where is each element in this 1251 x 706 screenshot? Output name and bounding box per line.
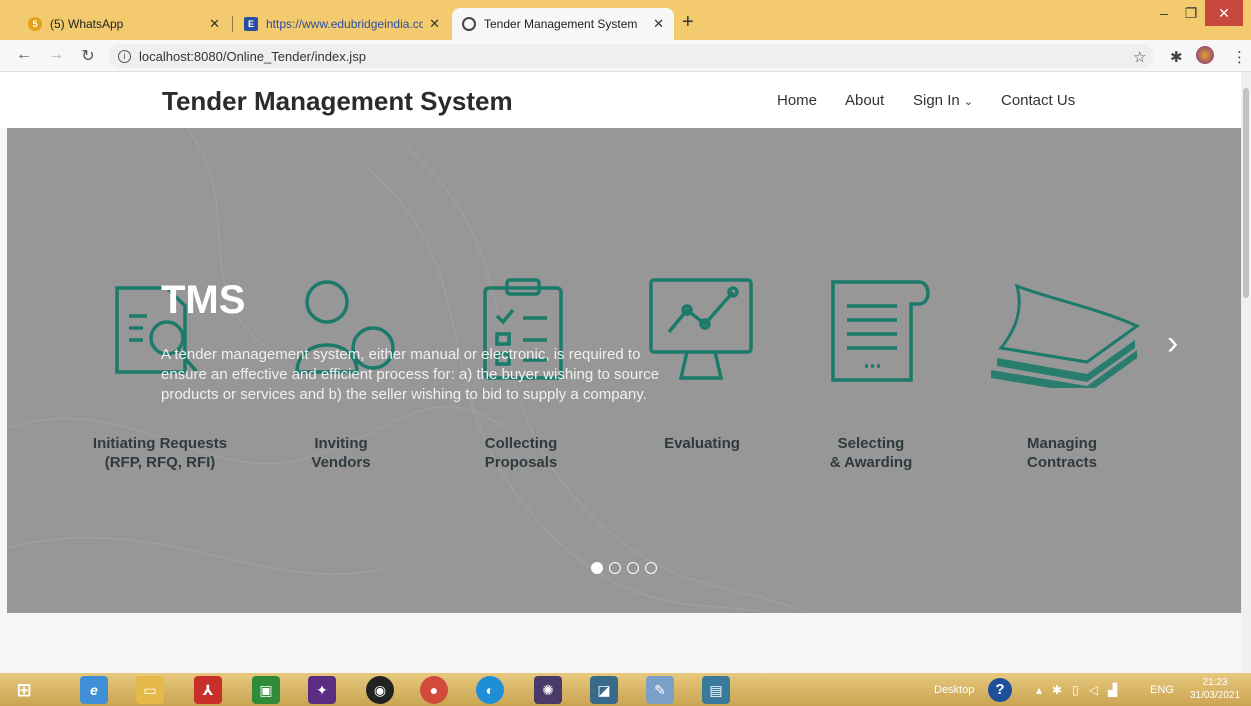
input-language[interactable]: ENG <box>1150 673 1174 706</box>
step-line: Evaluating <box>664 435 740 452</box>
nav-about[interactable]: About <box>845 92 884 109</box>
step-label-managing-contracts: Managing Contracts <box>987 434 1137 472</box>
mysql-workbench-icon[interactable]: ◪ <box>590 676 618 704</box>
reload-icon[interactable]: ↻ <box>78 46 98 66</box>
hero-carousel: Initiating Requests (RFP, RFQ, RFI) Invi… <box>7 128 1241 613</box>
carousel-dot[interactable] <box>609 562 621 574</box>
tab-tender-management[interactable]: Tender Management System ✕ <box>452 8 674 40</box>
scroll-document-icon <box>831 280 930 382</box>
new-tab-button[interactable]: + <box>682 12 694 32</box>
step-label-collecting-proposals: Collecting Proposals <box>446 434 596 472</box>
site-header: Tender Management System Home About Sign… <box>0 72 1241 128</box>
step-label-evaluating: Evaluating <box>627 434 777 453</box>
step-line: Inviting <box>314 435 368 452</box>
hero-title: TMS <box>161 278 246 322</box>
tray-icons[interactable]: ▴ ✱ ▯ ◁ ▟ <box>1036 673 1117 706</box>
system-clock[interactable]: 21:23 31/03/2021 <box>1182 676 1248 702</box>
address-bar[interactable]: i localhost:8080/Online_Tender/index.jsp <box>108 44 1154 68</box>
globe-icon <box>462 17 476 31</box>
bookmark-star-icon[interactable]: ☆ <box>1133 48 1146 66</box>
tab-title: Tender Management System <box>484 17 638 31</box>
language-label: ENG <box>1150 683 1174 696</box>
close-tab-icon[interactable]: ✕ <box>209 16 220 32</box>
back-icon[interactable]: ← <box>14 46 34 64</box>
nav-sign-in[interactable]: Sign In ⌄ <box>913 92 973 109</box>
restore-button[interactable]: ❐ <box>1178 0 1204 26</box>
step-line: Collecting <box>484 435 558 452</box>
desktop-label: Desktop <box>934 683 975 696</box>
close-tab-icon[interactable]: ✕ <box>653 16 664 32</box>
stacked-papers-icon <box>991 283 1140 388</box>
edubridge-icon: E <box>244 17 258 31</box>
extensions-icon[interactable]: ✱ <box>1170 48 1183 66</box>
browser-tab-strip: 5 (5) WhatsApp ✕ E https://www.edubridge… <box>0 0 1251 40</box>
menu-icon[interactable]: ⋮ <box>1232 48 1247 66</box>
page-scrollbar[interactable] <box>1241 72 1251 673</box>
step-line: Initiating Requests <box>92 435 228 452</box>
signal-icon[interactable]: ▟ <box>1108 683 1117 697</box>
help-icon[interactable]: ? <box>988 673 1012 706</box>
acrobat-icon[interactable]: ⅄ <box>194 676 222 704</box>
carousel-dot[interactable] <box>645 562 657 574</box>
page-content-area <box>0 613 1241 673</box>
carousel-dot[interactable] <box>627 562 639 574</box>
step-line: Selecting <box>837 435 905 452</box>
hero-description: A tender management system, either manua… <box>161 346 660 403</box>
step-line: Contracts <box>1026 454 1097 471</box>
chevron-up-icon[interactable]: ▴ <box>1036 683 1042 697</box>
info-icon[interactable]: i <box>118 49 131 63</box>
tab-title: (5) WhatsApp <box>50 17 124 31</box>
carousel-indicators <box>591 562 657 574</box>
step-line: Proposals <box>484 454 558 471</box>
battery-icon[interactable]: ▯ <box>1072 683 1079 697</box>
step-line: & Awarding <box>829 454 913 471</box>
step-label-inviting-vendors: Inviting Vendors <box>266 434 416 472</box>
windows-taskbar: ⊞ e ▭ ⅄ ▣ ✦ ◉ ● ◐ ✺ ◪ ✎ ▤ Desktop ? ▴ ✱ … <box>0 673 1251 706</box>
chevron-down-icon: ⌄ <box>963 96 974 108</box>
forward-icon[interactable]: → <box>46 46 66 64</box>
windows-start-icon[interactable]: ⊞ <box>10 676 38 704</box>
file-explorer-icon[interactable]: ▭ <box>136 676 164 704</box>
browser-toolbar: ← → ↻ i localhost:8080/Online_Tender/ind… <box>0 40 1251 72</box>
carousel-dot[interactable] <box>591 562 603 574</box>
tab-title: https://www.edubridgeindia.com <box>266 17 424 31</box>
chrome-icon[interactable]: ● <box>420 676 448 704</box>
whatsapp-icon: 5 <box>28 17 42 31</box>
store-icon[interactable]: ▣ <box>252 676 280 704</box>
nav-home[interactable]: Home <box>777 92 817 109</box>
window-app-icon[interactable]: ▤ <box>702 676 730 704</box>
step-line: (RFP, RFQ, RFI) <box>104 454 216 471</box>
clock-time: 21:23 <box>1202 677 1228 688</box>
carousel-next-icon[interactable]: › <box>1167 324 1178 363</box>
close-tab-icon[interactable]: ✕ <box>429 16 440 32</box>
scrollbar-thumb[interactable] <box>1243 88 1249 298</box>
tab-separator <box>232 16 233 32</box>
url-text: localhost:8080/Online_Tender/index.jsp <box>139 48 366 64</box>
nav-sign-in-label: Sign In <box>913 92 960 109</box>
step-line: Managing <box>1027 435 1097 452</box>
tab-edubridge[interactable]: E https://www.edubridgeindia.com ✕ <box>234 8 450 40</box>
photos-app-icon[interactable]: ✦ <box>308 676 336 704</box>
paint-icon[interactable]: ✎ <box>646 676 674 704</box>
bluetooth-icon[interactable]: ✱ <box>1052 683 1062 697</box>
volume-icon[interactable]: ◁ <box>1089 683 1098 697</box>
site-brand[interactable]: Tender Management System <box>162 86 513 117</box>
media-player-icon[interactable]: ◉ <box>366 676 394 704</box>
eclipse-ide-icon[interactable]: ✺ <box>534 676 562 704</box>
window-close-button[interactable]: ✕ <box>1205 0 1243 26</box>
profile-avatar[interactable] <box>1196 46 1214 64</box>
minimize-button[interactable]: – <box>1150 0 1178 26</box>
step-label-selecting-awarding: Selecting & Awarding <box>796 434 946 472</box>
step-label-initiating-requests: Initiating Requests (RFP, RFQ, RFI) <box>85 434 235 472</box>
edge-icon[interactable]: ◐ <box>476 676 504 704</box>
desktop-toolbar[interactable]: Desktop <box>934 673 974 706</box>
nav-contact[interactable]: Contact Us <box>1001 92 1075 109</box>
step-line: Vendors <box>311 454 371 471</box>
tab-whatsapp[interactable]: 5 (5) WhatsApp ✕ <box>18 8 230 40</box>
internet-explorer-icon[interactable]: e <box>80 676 108 704</box>
clock-date: 31/03/2021 <box>1189 690 1241 701</box>
